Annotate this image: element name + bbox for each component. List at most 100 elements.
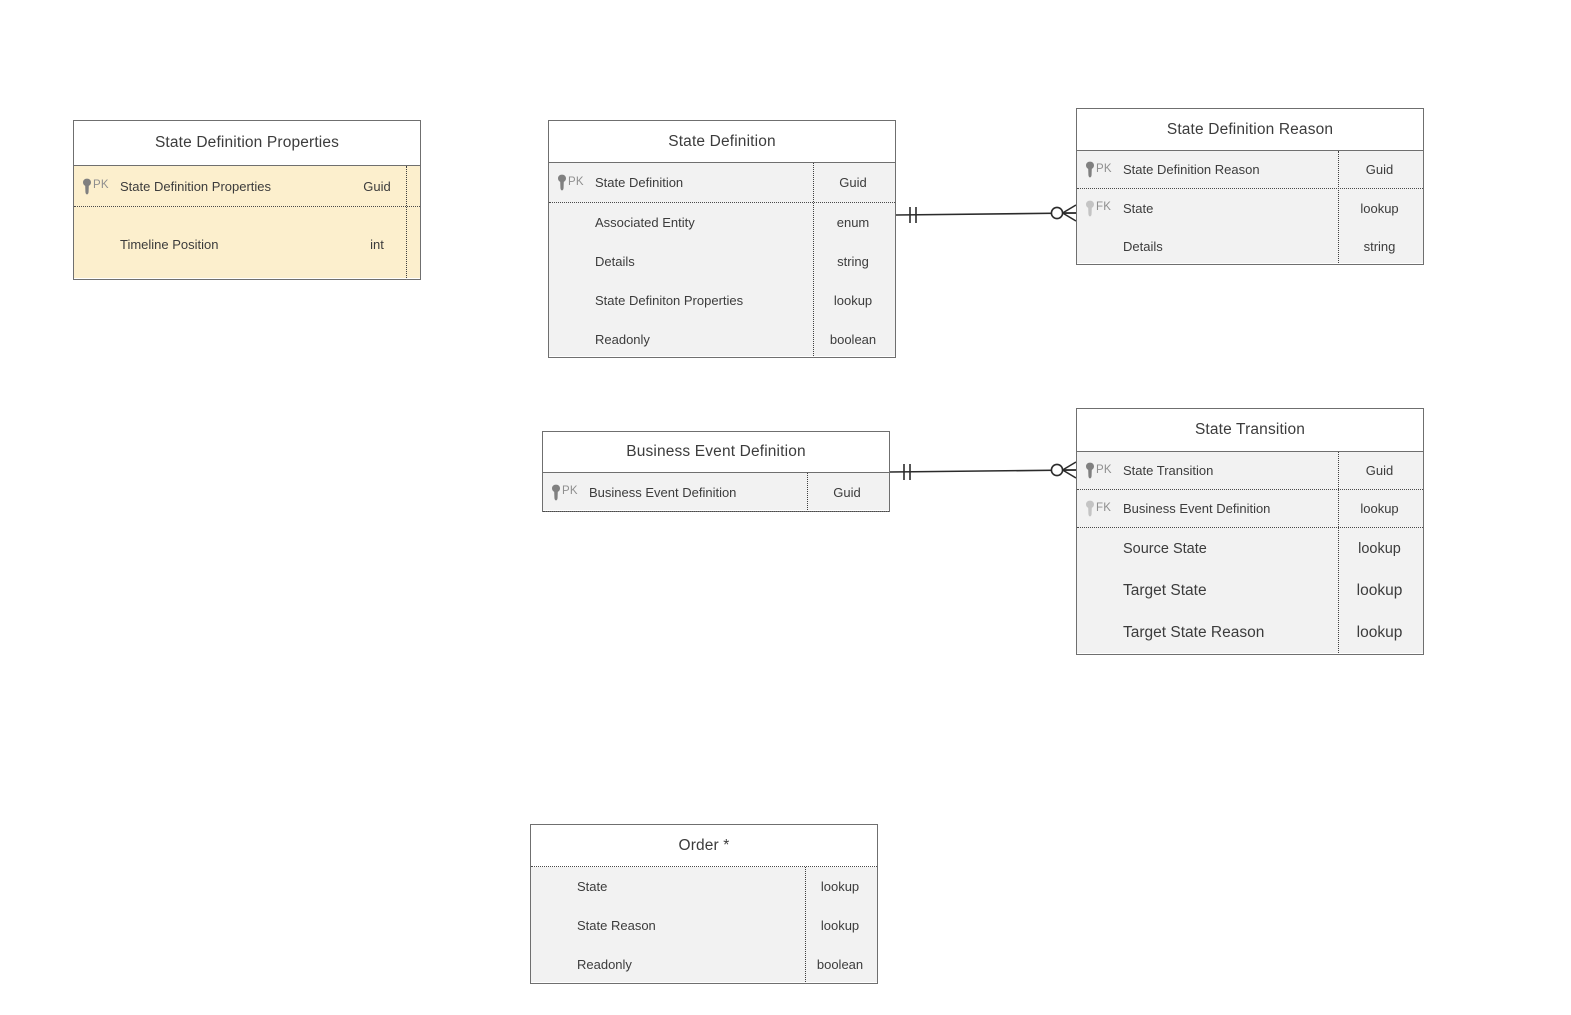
attribute-name: Target State [1123,582,1207,599]
attribute-key-cell: FK [1077,500,1123,517]
attribute-row[interactable]: Details string [549,242,895,281]
attribute-key-cell: PK [1077,462,1123,479]
entity-body-state-definition-reason: PK State Definition Reason Guid FK State look… [1077,151,1423,263]
attribute-row[interactable]: Target State Reason lookup [1077,612,1423,654]
attribute-type: int [370,236,384,252]
entity-title-order: Order * [531,825,877,867]
key-label: PK [562,485,578,498]
attribute-row[interactable]: Readonly boolean [549,320,895,359]
attribute-name: Source State [1123,541,1207,557]
relationship-state-definition-to-reason [895,204,1077,223]
crows-foot-prong [1062,212,1077,222]
entity-table-state-transition[interactable]: State Transition PK State Transition Guid FK… [1076,408,1424,655]
attribute-row[interactable]: PK Business Event Definition Guid [543,473,889,512]
attribute-name: Details [1123,238,1163,254]
attribute-name: State Definition [595,175,684,190]
attribute-name: Associated Entity [595,215,695,230]
entity-table-state-definition[interactable]: State Definition PK State Definition Guid As… [548,120,896,358]
attribute-type: Guid [1365,463,1394,478]
attribute-key-cell: PK [74,178,120,195]
attribute-type: lookup [1356,582,1403,599]
attribute-type: Guid [1365,162,1394,177]
entity-title-state-transition: State Transition [1077,409,1423,452]
primary-key-icon [83,178,91,194]
entity-table-business-event-definition[interactable]: Business Event Definition PK Business Even… [542,431,890,512]
attribute-row[interactable]: PK State Definition Reason Guid [1077,151,1423,189]
key-label: PK [568,175,584,188]
attribute-row[interactable]: FK Business Event Definition lookup [1077,490,1423,528]
primary-key-icon [552,484,560,500]
attribute-row[interactable]: State Reason lookup [531,906,877,945]
primary-key-icon [1086,161,1094,178]
key-label: FK [1096,501,1112,514]
entity-table-state-definition-reason[interactable]: State Definition Reason PK State Definitio… [1076,108,1424,265]
attribute-name: State Definiton Properties [595,293,744,308]
entity-body-state-definition-properties: PK State Definition Properties Guid Timelin… [74,166,420,278]
entity-body-order: State lookup State Reason lookup Readonly boo… [531,867,877,982]
attribute-row[interactable]: FK State lookup [1077,189,1423,227]
attribute-name: Timeline Position [120,236,219,252]
attribute-name: Target State Reason [1123,624,1265,641]
cardinality-zero-circle [1050,463,1064,477]
crows-foot-prong [1062,204,1077,214]
key-label: PK [1096,162,1112,175]
cardinality-zero-circle [1050,206,1064,220]
attribute-type: Guid [363,178,391,194]
entity-title-state-definition: State Definition [549,121,895,163]
primary-key-icon [558,174,566,191]
attribute-row[interactable]: PK State Definition Guid [549,163,895,203]
attribute-type: Guid [839,175,867,190]
key-label: PK [1096,463,1112,476]
attribute-row[interactable]: Target State lookup [1077,570,1423,612]
attribute-name: State Definition Properties [120,178,272,194]
er-diagram-canvas: State Definition Properties PK State Defin… [0,0,1571,1015]
entity-body-state-definition: PK State Definition Guid Associated Entity e… [549,163,895,356]
attribute-name: Business Event Definition [1123,501,1271,516]
primary-key-icon [1086,462,1094,479]
attribute-row[interactable]: State Definiton Properties lookup [549,281,895,320]
relationship-line [895,212,1077,216]
key-label: PK [93,179,109,192]
entity-body-state-transition: PK State Transition Guid FK Business Event D… [1077,452,1423,653]
entity-table-order[interactable]: Order * State lookup State Reason lookup Read… [530,824,878,984]
attribute-key-cell: PK [1077,161,1123,178]
attribute-name: Readonly [595,332,650,347]
entity-body-business-event-definition: PK Business Event Definition Guid [543,473,889,512]
attribute-type: boolean [829,332,877,347]
entity-table-state-definition-properties[interactable]: State Definition Properties PK State Defin… [73,120,421,280]
attribute-name: State Definition Reason [1123,162,1260,177]
attribute-name: Readonly [577,957,632,972]
attribute-type: lookup [1360,501,1399,516]
attribute-name: State Transition [1123,463,1214,478]
attribute-type: lookup [820,918,860,933]
attribute-row[interactable]: PK State Definition Properties Guid [74,166,420,207]
attribute-type: lookup [1356,624,1403,641]
attribute-type: lookup [1360,200,1399,216]
attribute-row[interactable]: Associated Entity enum [549,203,895,242]
attribute-type: Guid [833,484,861,500]
attribute-key-cell: FK [1077,200,1123,217]
entity-title-business-event-definition: Business Event Definition [543,432,889,473]
entity-title-state-definition-reason: State Definition Reason [1077,109,1423,151]
crows-foot-prong [1062,469,1077,479]
attribute-type: lookup [833,293,873,308]
attribute-name: State [577,879,608,894]
attribute-key-cell: PK [549,174,595,191]
attribute-type: lookup [820,879,860,894]
attribute-row[interactable]: Readonly boolean [531,945,877,984]
attribute-name: Business Event Definition [589,484,737,500]
attribute-row[interactable]: PK State Transition Guid [1077,452,1423,490]
attribute-row[interactable]: Source State lookup [1077,528,1423,570]
entity-title-state-definition-properties: State Definition Properties [74,121,420,166]
attribute-type: lookup [1358,541,1401,557]
attribute-row[interactable]: Timeline Position int [74,207,420,281]
attribute-row[interactable]: Details string [1077,227,1423,265]
attribute-type: string [1363,238,1396,254]
attribute-type: string [837,254,869,269]
attribute-row[interactable]: State lookup [531,867,877,906]
attribute-key-cell: PK [543,484,589,501]
key-label: FK [1096,201,1112,214]
attribute-name: State [1123,200,1154,216]
attribute-name: Details [595,254,635,269]
relationship-line [889,469,1077,473]
